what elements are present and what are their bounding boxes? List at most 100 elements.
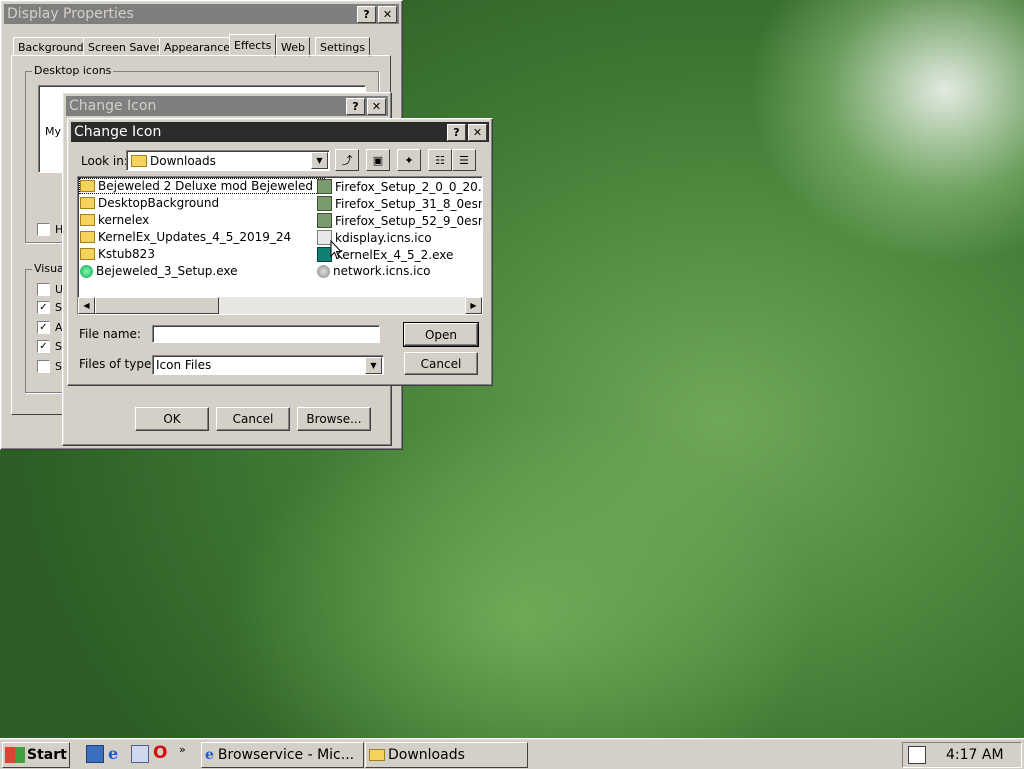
help-button[interactable]: ? xyxy=(357,5,376,23)
file-name: kdisplay.icns.ico xyxy=(335,230,432,245)
my-computer-label: My xyxy=(45,125,62,138)
file-list-item[interactable]: Firefox_Setup_2_0_0_20.e xyxy=(317,179,483,194)
taskbar: Start e O » e Browservice - Mic... Downl… xyxy=(0,738,1024,769)
tab-background[interactable]: Background xyxy=(13,37,89,57)
look-in-select[interactable]: Downloads ▼ xyxy=(126,150,330,171)
start-label: Start xyxy=(27,747,67,763)
window-title: Change Icon xyxy=(74,124,162,140)
file-list-item[interactable]: DesktopBackground xyxy=(80,196,219,210)
cancel-button[interactable]: Cancel xyxy=(216,407,290,431)
effect-checkbox-3[interactable]: ✓ xyxy=(37,321,50,334)
file-name-input[interactable] xyxy=(152,325,380,343)
effect-checkbox-5[interactable] xyxy=(37,360,50,373)
folder-icon xyxy=(80,180,95,192)
quick-launch-more-icon[interactable]: » xyxy=(179,743,186,756)
chevron-down-icon[interactable]: ▼ xyxy=(365,357,382,374)
scroll-right-button[interactable]: ▶ xyxy=(465,297,482,314)
file-name: Firefox_Setup_2_0_0_20.e xyxy=(335,179,483,194)
window-title: Display Properties xyxy=(7,6,134,22)
file-name: KernelEx_Updates_4_5_2019_24 xyxy=(98,230,292,244)
close-button[interactable]: ✕ xyxy=(378,5,397,23)
file-list-item[interactable]: KernelEx_Updates_4_5_2019_24 xyxy=(80,230,291,244)
file-list[interactable]: Bejeweled 2 Deluxe mod Bejeweled 3 Deskto… xyxy=(77,176,483,315)
look-in-value: Downloads xyxy=(150,153,216,168)
change-icon-titlebar[interactable]: Change Icon ? ✕ xyxy=(71,122,489,142)
ok-button[interactable]: OK xyxy=(135,407,209,431)
file-name: KernelEx_4_5_2.exe xyxy=(335,247,454,262)
list-view-icon[interactable]: ☷ xyxy=(428,149,452,171)
clock[interactable]: 4:17 AM xyxy=(946,747,1004,763)
display-properties-titlebar[interactable]: Display Properties ? ✕ xyxy=(4,4,399,24)
file-name: Bejeweled 2 Deluxe mod Bejeweled 3 xyxy=(98,179,325,193)
open-button[interactable]: Open xyxy=(403,322,479,347)
file-name-label: File name: xyxy=(79,327,141,341)
file-list-item[interactable]: Bejeweled_3_Setup.exe xyxy=(80,264,238,278)
change-icon-window: Change Icon ? ✕ Look in: Downloads ▼ ⤴ ▣… xyxy=(67,118,493,386)
window-title: Change Icon xyxy=(69,98,157,114)
close-button[interactable]: ✕ xyxy=(468,123,487,141)
system-tray: 4:17 AM xyxy=(902,742,1022,768)
scroll-left-button[interactable]: ◀ xyxy=(78,297,95,314)
folder-icon xyxy=(80,231,95,243)
file-list-item[interactable]: Kstub823 xyxy=(80,247,155,261)
cancel-button[interactable]: Cancel xyxy=(404,352,478,375)
installer-icon xyxy=(317,213,332,228)
scroll-thumb[interactable] xyxy=(95,297,219,314)
quick-launch-outlook-icon[interactable] xyxy=(131,745,149,763)
desktop-icon[interactable]: ▣ xyxy=(366,149,390,171)
files-of-type-select[interactable]: Icon Files ▼ xyxy=(152,355,384,375)
file-name: network.icns.ico xyxy=(333,264,431,278)
task-label: Browservice - Mic... xyxy=(217,747,355,763)
tab-screen-saver[interactable]: Screen Saver xyxy=(83,37,166,57)
file-list-item[interactable]: Firefox_Setup_52_9_0esr.e xyxy=(317,213,482,228)
installer-icon xyxy=(317,179,332,194)
task-browservice[interactable]: e Browservice - Mic... xyxy=(201,742,364,768)
change-icon-back-titlebar[interactable]: Change Icon ? ✕ xyxy=(66,96,388,116)
windows-logo-icon xyxy=(5,747,25,763)
file-list-item[interactable]: Bejeweled 2 Deluxe mod Bejeweled 3 xyxy=(78,178,326,194)
effect-checkbox-1[interactable] xyxy=(37,283,50,296)
horizontal-scrollbar[interactable]: ◀ ▶ xyxy=(78,297,482,314)
file-name: Firefox_Setup_31_8_0esr.e xyxy=(335,196,483,211)
task-label: Downloads xyxy=(388,747,465,763)
tab-web[interactable]: Web xyxy=(276,37,310,57)
tab-effects[interactable]: Effects xyxy=(229,34,277,57)
file-list-item[interactable]: Firefox_Setup_31_8_0esr.e xyxy=(317,196,483,211)
folder-icon xyxy=(80,197,95,209)
effect-checkbox-2[interactable]: ✓ xyxy=(37,301,50,314)
globe-icon xyxy=(317,264,330,278)
browse-button[interactable]: Browse... xyxy=(297,407,371,431)
effect-checkbox-4[interactable]: ✓ xyxy=(37,340,50,353)
help-button[interactable]: ? xyxy=(447,123,466,141)
chevron-down-icon[interactable]: ▼ xyxy=(311,152,328,169)
files-of-type-label: Files of type: xyxy=(79,357,156,371)
file-name: DesktopBackground xyxy=(98,196,220,210)
close-button[interactable]: ✕ xyxy=(367,97,386,115)
start-button[interactable]: Start xyxy=(2,742,70,768)
mouse-cursor-icon xyxy=(330,240,342,260)
file-name: Kstub823 xyxy=(98,247,155,261)
hide-icons-checkbox[interactable] xyxy=(37,223,50,236)
new-folder-icon[interactable]: ✦ xyxy=(397,149,421,171)
scheduler-icon[interactable] xyxy=(908,746,926,764)
file-name: kernelex xyxy=(98,213,150,227)
help-button[interactable]: ? xyxy=(346,97,365,115)
tab-appearance[interactable]: Appearance xyxy=(159,37,236,57)
desktop-icons-label: Desktop icons xyxy=(32,64,114,77)
look-in-label: Look in: xyxy=(81,154,128,168)
quick-launch-opera-icon[interactable]: O xyxy=(153,743,167,763)
file-list-item[interactable]: network.icns.ico xyxy=(317,264,430,278)
up-folder-icon[interactable]: ⤴ xyxy=(335,149,359,171)
installer-icon xyxy=(317,196,332,211)
folder-icon xyxy=(131,154,147,167)
folder-icon xyxy=(80,214,95,226)
ie-icon: e xyxy=(205,747,214,763)
file-name: Bejeweled_3_Setup.exe xyxy=(96,264,238,278)
tab-settings[interactable]: Settings xyxy=(315,37,371,57)
quick-launch-desktop-icon[interactable] xyxy=(86,745,104,763)
quick-launch-ie-icon[interactable]: e xyxy=(108,744,118,763)
folder-icon xyxy=(80,248,95,260)
details-view-icon[interactable]: ☰ xyxy=(452,149,476,171)
task-downloads[interactable]: Downloads xyxy=(365,742,528,768)
file-list-item[interactable]: kernelex xyxy=(80,213,149,227)
